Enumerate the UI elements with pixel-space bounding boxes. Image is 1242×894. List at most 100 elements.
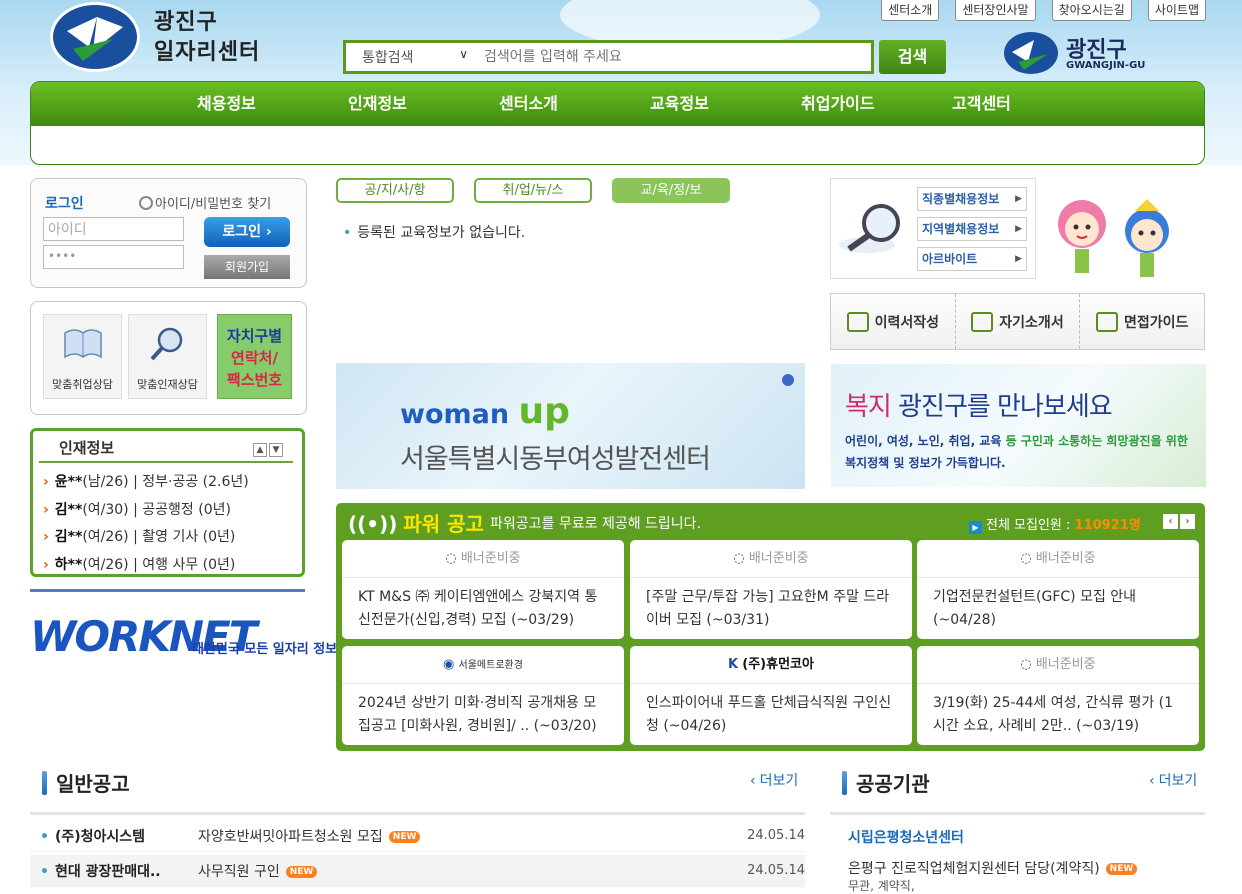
talent-name: 김**: [54, 529, 83, 545]
welfare-title-rest: 광진구를 만나보세요: [890, 392, 1113, 422]
tab-notice[interactable]: 공/지/사/항: [336, 178, 454, 203]
welfare-desc-line1: 어린이, 여성, 노인, 취업, 교육 등 구민과 소통하는 희망광진을 위한: [845, 430, 1188, 452]
arrow-right-icon: ▶: [1015, 254, 1022, 264]
list-item[interactable]: 윤**(남/26) | 정부·공공 (2.6년): [43, 469, 249, 497]
join-button[interactable]: 회원가입: [204, 255, 290, 279]
public-item[interactable]: 은평구 진로직업체험지원센터 담당(계약직) NEW: [848, 858, 1138, 878]
power-ad-card[interactable]: K (주)휴먼코아 인스파이어내 푸드홀 단체급식직원 구인신청 (~04/26…: [630, 646, 912, 745]
district-contacts-button[interactable]: 자치구별 연락처/ 팩스번호: [217, 314, 292, 399]
link-part-time[interactable]: 아르바이트 ▶: [917, 247, 1027, 271]
login-button[interactable]: 로그인 ›: [204, 217, 290, 247]
find-account-link[interactable]: 아이디/비밀번호 찾기: [139, 193, 271, 212]
woman-up-banner[interactable]: woman up 서울특별시동부여성발전센터: [336, 363, 805, 489]
quick-job-counsel[interactable]: 맞춤취업상담: [43, 314, 122, 399]
loading-icon: ◌: [1020, 551, 1032, 566]
welfare-desc-line1b: 등 구민과 소통하는 희망광진을 위한: [1001, 434, 1188, 448]
top-link-center-intro[interactable]: 센터소개: [881, 0, 940, 21]
search-input[interactable]: [484, 46, 864, 68]
document-guides: 이력서작성 자기소개서 면접가이드: [830, 293, 1205, 350]
notice-date: 24.05.14: [747, 828, 805, 843]
arrow-down-icon[interactable]: ▼: [269, 443, 283, 457]
cover-letter-guide[interactable]: 자기소개서: [954, 294, 1080, 349]
notice-title: 사무직원 구인 NEW: [198, 861, 318, 881]
logo-line-2: 일자리센터: [154, 40, 261, 65]
next-icon[interactable]: ›: [1180, 514, 1195, 529]
nav-guide[interactable]: 취업가이드: [801, 82, 952, 126]
resume-icon: [846, 311, 869, 332]
district-contacts-line2: 연락처/: [231, 349, 278, 367]
public-item-text: 은평구 진로직업체험지원센터 담당(계약직): [848, 861, 1100, 877]
search-scope-select[interactable]: 통합검색 ∨: [346, 43, 476, 71]
notice-title-text: 사무직원 구인: [198, 864, 280, 880]
book-icon: [63, 329, 102, 359]
search-scope-value: 통합검색: [362, 50, 414, 66]
nav-support[interactable]: 고객센터: [952, 82, 1103, 126]
link-job-region[interactable]: 지역별채용정보 ▶: [917, 217, 1027, 241]
quick-talent-counsel-label: 맞춤인재상담: [137, 378, 198, 391]
public-more-link[interactable]: 더보기: [1149, 770, 1198, 790]
list-item[interactable]: 하**(여/26) | 여행 사무 (0년): [43, 552, 249, 580]
card-logo-text: (주)휴먼코아: [742, 657, 814, 672]
card-text: [주말 근무/투잡 가능] 고요한M 주말 드라이버 모집 (~03/31): [646, 589, 890, 628]
card-logo-text: 배너준비중: [1035, 551, 1096, 566]
logo-line-1: 광진구: [154, 10, 218, 35]
id-field[interactable]: 아이디: [43, 217, 184, 241]
nav-jobs[interactable]: 채용정보: [197, 82, 348, 126]
password-field[interactable]: ••••: [43, 245, 184, 269]
link-job-category[interactable]: 직종별채용정보 ▶: [917, 187, 1027, 211]
notice-title-text: 자양호반써밋아파트청소원 모집: [198, 829, 383, 845]
main-nav: 채용정보 인재정보 센터소개 교육정보 취업가이드 고객센터: [30, 81, 1205, 165]
antenna-icon: ((•)): [348, 512, 398, 536]
power-ads-nav: ‹ ›: [1163, 514, 1195, 529]
main-nav-bar: 채용정보 인재정보 센터소개 교육정보 취업가이드 고객센터: [31, 82, 1204, 126]
power-ad-card[interactable]: ◌ 배너준비중 [주말 근무/투잡 가능] 고요한M 주말 드라이버 모집 (~…: [630, 540, 912, 639]
binoculars-icon: [971, 311, 994, 332]
card-text: KT M&S ㈜ 케이티엠앤에스 강북지역 통신전문가(신입,경력) 모집 (~…: [358, 589, 598, 628]
resume-guide[interactable]: 이력서작성: [831, 294, 955, 349]
nav-education[interactable]: 교육정보: [650, 82, 801, 126]
card-logo: ◌ 배너준비중: [917, 540, 1199, 578]
district-logo-mark-icon: [1004, 32, 1058, 74]
table-row[interactable]: 현대 광장판매대.. 사무직원 구인 NEW 24.05.14: [30, 855, 805, 887]
tab-job-news[interactable]: 취/업/뉴/스: [474, 178, 592, 203]
public-org[interactable]: 시립은평청소년센터: [848, 827, 964, 847]
district-logo[interactable]: 광진구 GWANGJIN-GU: [1004, 30, 1174, 76]
board-tabs: 공/지/사/항 취/업/뉴/스 교/육/정/보: [336, 178, 730, 203]
welfare-banner[interactable]: 복지 광진구를 만나보세요 어린이, 여성, 노인, 취업, 교육 등 구민과 …: [831, 364, 1206, 487]
top-link-directions[interactable]: 찾아오시는길: [1051, 0, 1132, 21]
talent-list: 윤**(남/26) | 정부·공공 (2.6년) 김**(여/30) | 공공행…: [43, 469, 249, 579]
top-link-sitemap[interactable]: 사이트맵: [1147, 0, 1206, 21]
card-text: 기업전문컨설턴트(GFC) 모집 안내 (~04/28): [933, 589, 1137, 628]
list-item[interactable]: 김**(여/30) | 공공행정 (0년): [43, 497, 249, 525]
quick-talent-counsel[interactable]: 맞춤인재상담: [128, 314, 207, 399]
arrow-up-icon[interactable]: ▲: [253, 443, 267, 457]
nav-center[interactable]: 센터소개: [499, 82, 650, 126]
table-row[interactable]: (주)청아시스템 자양호반써밋아파트청소원 모집 NEW 24.05.14: [30, 820, 805, 852]
woman-up-logo: woman up: [400, 391, 570, 432]
total-value: 110921명: [1074, 518, 1141, 533]
magnifier-icon: [839, 204, 900, 253]
interview-guide-label: 면접가이드: [1123, 314, 1189, 331]
power-ad-card[interactable]: ◌ 배너준비중 기업전문컨설턴트(GFC) 모집 안내 (~04/28): [917, 540, 1199, 639]
link-part-time-label: 아르바이트: [922, 252, 978, 266]
power-ad-card[interactable]: ◉ 서울메트로환경 2024년 상반기 미화·경비직 공개채용 모집공고 [미화…: [342, 646, 624, 745]
notices-more-link[interactable]: 더보기: [750, 770, 799, 790]
quick-job-counsel-label: 맞춤취업상담: [52, 378, 113, 391]
worknet-banner[interactable]: WORKNET 대한민국 모든 일자리 정보: [30, 589, 337, 665]
top-link-greeting[interactable]: 센터장인사말: [955, 0, 1036, 21]
slide-indicator[interactable]: [782, 374, 794, 386]
interview-guide[interactable]: 면접가이드: [1079, 294, 1204, 349]
tab-education[interactable]: 교/육/정/보: [612, 178, 730, 203]
card-logo: ◌ 배너준비중: [342, 540, 624, 578]
search-button[interactable]: 검색: [879, 40, 946, 74]
header: 광진구 일자리센터 센터소개 센터장인사말 찾아오시는길 사이트맵 통합검색 ∨…: [0, 0, 1242, 165]
power-ad-card[interactable]: ◌ 배너준비중 3/19(화) 25-44세 여성, 간식류 평가 (1시간 소…: [917, 646, 1199, 745]
section-title-public: 공공기관: [842, 768, 930, 797]
nav-talent[interactable]: 인재정보: [348, 82, 499, 126]
magnifier-icon: [139, 196, 153, 210]
prev-icon[interactable]: ‹: [1163, 514, 1178, 529]
center-logo[interactable]: 광진구 일자리센터: [50, 2, 290, 74]
power-ad-card[interactable]: ◌ 배너준비중 KT M&S ㈜ 케이티엠앤에스 강북지역 통신전문가(신입,경…: [342, 540, 624, 639]
list-item[interactable]: 김**(여/26) | 촬영 기사 (0년): [43, 524, 249, 552]
loading-icon: ◌: [445, 551, 457, 566]
